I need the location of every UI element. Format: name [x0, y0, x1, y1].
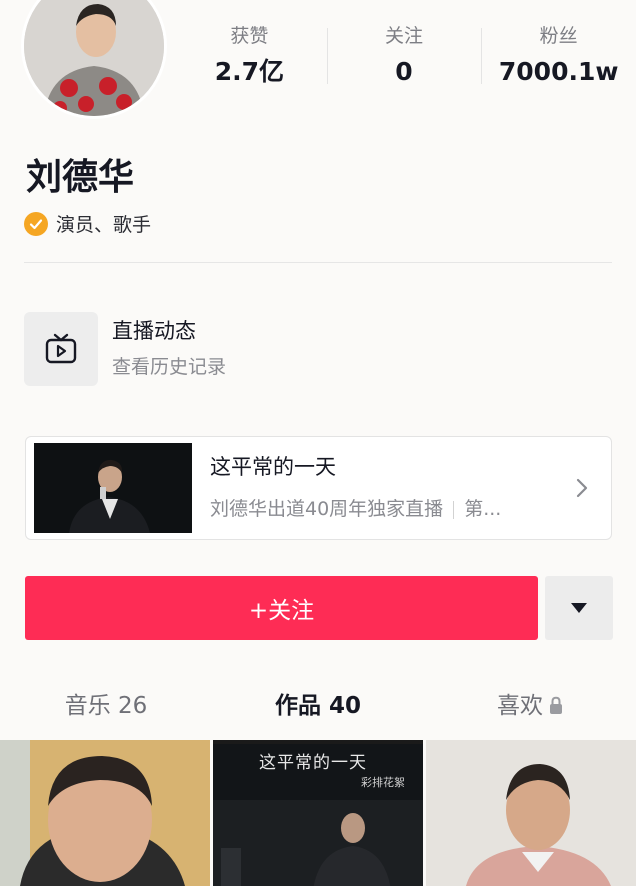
featured-subtitle: 刘德华出道40周年独家直播 第...	[210, 494, 567, 524]
featured-subtitle-main: 刘德华出道40周年独家直播	[210, 498, 444, 520]
featured-subtitle-tail: 第...	[464, 498, 502, 520]
featured-title: 这平常的一天	[210, 455, 336, 479]
video-thumbnail[interactable]	[0, 740, 210, 886]
stat-following[interactable]: 关注 0	[326, 22, 482, 92]
thumbnail-title: 这平常的一天	[259, 753, 367, 773]
verified-check-icon	[24, 211, 48, 236]
stat-followers[interactable]: 粉丝 7000.1w	[481, 22, 636, 92]
tab-label: 作品 40	[274, 693, 361, 719]
more-options-button[interactable]	[545, 576, 613, 640]
video-thumbnail[interactable]	[426, 740, 636, 886]
profile-tabs: 音乐 26 作品 40 喜欢	[0, 680, 636, 732]
section-divider	[24, 262, 612, 263]
video-thumbnail[interactable]: 这平常的一天 彩排花絮	[213, 740, 423, 886]
verified-label: 演员、歌手	[56, 214, 152, 236]
profile-name: 刘德华	[26, 157, 135, 198]
avatar-image	[24, 0, 164, 116]
follow-button[interactable]: +关注	[25, 576, 538, 640]
stat-label: 粉丝	[539, 25, 578, 47]
live-title: 直播动态	[112, 319, 196, 343]
subtitle-separator	[453, 500, 455, 519]
lock-icon	[549, 681, 563, 733]
video-grid: 这平常的一天 彩排花絮	[0, 740, 636, 886]
profile-stats: 获赞 2.7亿 关注 0 粉丝 7000.1w	[172, 22, 636, 92]
chevron-right-icon	[567, 477, 597, 499]
tv-icon	[24, 312, 98, 386]
stat-label: 关注	[385, 25, 424, 47]
live-subtitle: 查看历史记录	[112, 356, 227, 378]
tab-likes[interactable]: 喜欢	[424, 680, 636, 732]
stat-label: 获赞	[230, 25, 269, 47]
tab-label: 喜欢	[497, 693, 543, 719]
thumbnail-tag: 彩排花絮	[361, 776, 405, 789]
tab-label: 音乐 26	[64, 693, 148, 719]
featured-thumbnail	[34, 443, 192, 533]
featured-live-card[interactable]: 这平常的一天 刘德华出道40周年独家直播 第...	[25, 436, 612, 540]
avatar[interactable]	[24, 0, 164, 116]
caret-down-icon	[571, 603, 587, 613]
stat-likes[interactable]: 获赞 2.7亿	[172, 22, 327, 92]
tab-works[interactable]: 作品 40	[212, 680, 424, 732]
live-history-entry[interactable]: 直播动态 查看历史记录	[24, 312, 226, 386]
tab-music[interactable]: 音乐 26	[0, 680, 212, 732]
stat-value: 7000.1w	[498, 57, 619, 86]
verification-row: 演员、歌手	[24, 210, 151, 237]
stat-value: 0	[395, 57, 413, 86]
stat-value: 2.7亿	[214, 57, 284, 86]
